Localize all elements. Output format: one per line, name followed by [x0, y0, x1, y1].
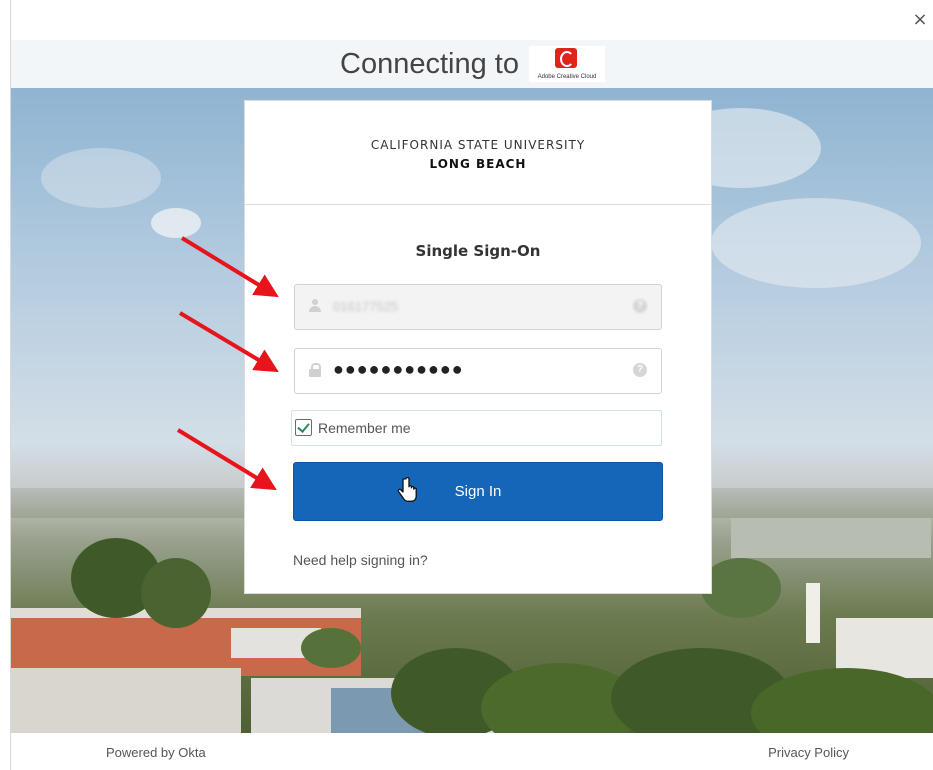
password-value: ●●●●●●●●●●●: [333, 359, 464, 379]
university-name-line2: LONG BEACH: [429, 157, 527, 171]
connecting-text: Connecting to: [340, 47, 519, 80]
adobe-creative-cloud-logo: Adobe Creative Cloud: [528, 46, 605, 82]
university-name-line1: CALIFORNIA STATE UNIVERSITY: [370, 138, 586, 152]
username-help-icon[interactable]: ?: [633, 299, 647, 313]
checkbox-check-icon: [297, 420, 310, 433]
remember-me-checkbox[interactable]: [295, 419, 312, 436]
password-help-icon[interactable]: ?: [633, 363, 647, 377]
sign-in-label: Sign In: [454, 483, 502, 500]
footer: Powered by Okta Privacy Policy: [11, 733, 933, 770]
user-icon: [309, 299, 321, 313]
lock-icon: [309, 363, 321, 377]
password-field[interactable]: ●●●●●●●●●●● ?: [294, 348, 662, 394]
sign-in-button[interactable]: Sign In: [293, 462, 663, 521]
close-icon[interactable]: ×: [910, 10, 930, 30]
adobe-logo-mark: [554, 48, 577, 68]
page-title: Single Sign-On: [415, 242, 541, 260]
hand-cursor-icon: [397, 477, 417, 502]
connecting-banner: Connecting to Adobe Creative Cloud: [11, 40, 933, 88]
need-help-link[interactable]: Need help signing in?: [293, 552, 428, 568]
username-field[interactable]: 016177525 ?: [294, 284, 662, 330]
remember-me-row[interactable]: Remember me: [291, 410, 662, 446]
username-value: 016177525: [333, 299, 399, 314]
university-logo: CALIFORNIA STATE UNIVERSITY LONG BEACH: [245, 101, 711, 205]
login-card: CALIFORNIA STATE UNIVERSITY LONG BEACH S…: [244, 100, 712, 594]
adobe-logo-text: Adobe Creative Cloud: [537, 74, 597, 80]
powered-by-okta: Powered by Okta: [106, 745, 206, 760]
privacy-policy-link[interactable]: Privacy Policy: [768, 745, 849, 760]
remember-me-label[interactable]: Remember me: [318, 420, 411, 436]
window-topbar: ×: [11, 0, 933, 40]
